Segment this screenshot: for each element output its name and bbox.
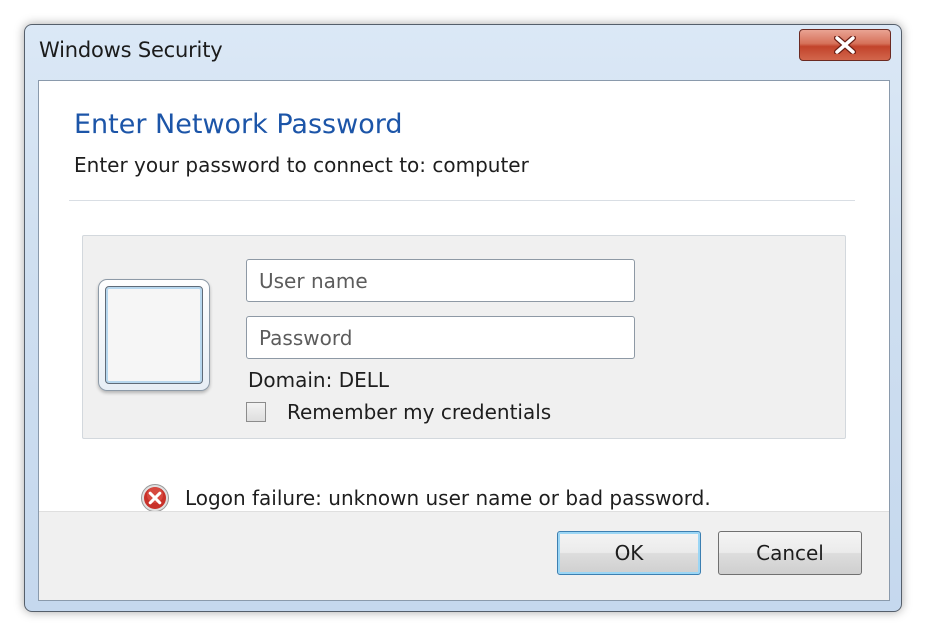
window-title: Windows Security — [39, 38, 223, 62]
button-bar: OK Cancel — [39, 511, 889, 600]
remember-credentials-row[interactable]: Remember my credentials — [246, 400, 551, 424]
remember-credentials-label[interactable]: Remember my credentials — [287, 400, 551, 424]
divider — [69, 200, 855, 201]
close-button[interactable] — [799, 29, 891, 61]
credential-tile-frame — [105, 286, 203, 384]
domain-label: Domain: DELL — [248, 368, 390, 392]
cancel-button[interactable]: Cancel — [718, 531, 862, 575]
error-icon — [141, 484, 169, 512]
dialog-content: Enter Network Password Enter your passwo… — [38, 80, 890, 601]
username-field[interactable] — [246, 259, 635, 302]
windows-security-dialog: Windows Security Enter Network Password … — [24, 24, 902, 612]
remember-credentials-checkbox[interactable] — [246, 402, 266, 422]
password-field[interactable] — [246, 316, 635, 359]
credential-panel[interactable]: Domain: DELL Remember my credentials — [82, 235, 846, 439]
close-x-icon — [834, 36, 856, 54]
error-message-row: Logon failure: unknown user name or bad … — [140, 483, 711, 513]
error-message: Logon failure: unknown user name or bad … — [185, 486, 711, 510]
credential-tile-icon — [98, 279, 210, 391]
dialog-heading: Enter Network Password — [74, 109, 403, 140]
dialog-subheading: Enter your password to connect to: compu… — [74, 153, 529, 177]
ok-button[interactable]: OK — [557, 531, 701, 575]
